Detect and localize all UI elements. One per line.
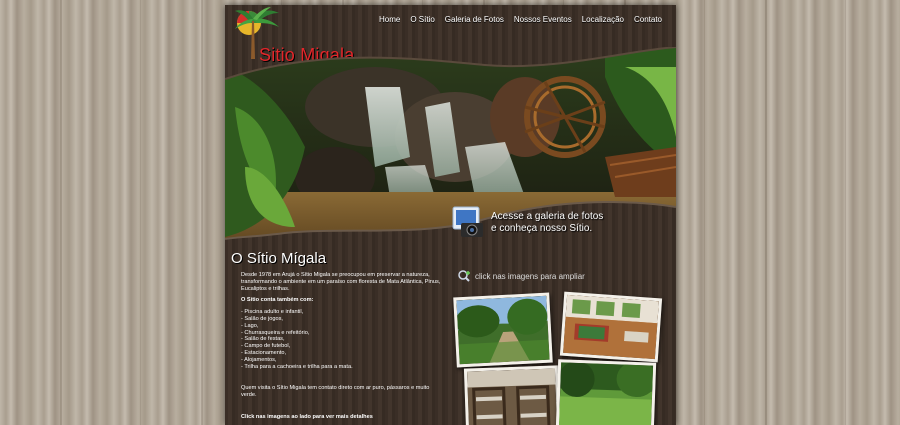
camera-icon <box>452 206 483 237</box>
zoom-hint: click nas imagens para ampliar <box>458 270 585 282</box>
amenities-list: - Piscina adulto e infantil, - Salão de … <box>241 309 446 370</box>
list-item: - Alojamentos, <box>241 356 277 363</box>
intro-paragraph: Desde 1978 em Arujá o Sítio Migala se pr… <box>241 272 441 292</box>
gallery-cta-line2: e conheça nosso Sítio. <box>491 223 593 234</box>
list-item: - Salão de festas, <box>241 336 285 343</box>
thumbnail-dormitory[interactable] <box>463 365 561 425</box>
page-title: O Sítio Mígala <box>231 250 327 267</box>
gallery-link[interactable]: Acesse a galeria de fotos e conheça noss… <box>451 203 631 243</box>
list-item: - Estacionamento, <box>241 349 287 356</box>
list-item: - Campo de futebol, <box>241 343 291 350</box>
nav-galeria-de-fotos[interactable]: Galeria de Fotos <box>440 15 509 24</box>
lawn-trees-photo <box>558 362 654 425</box>
nav-home[interactable]: Home <box>374 15 405 24</box>
nav-localizacao[interactable]: Localização <box>577 15 629 24</box>
zoom-hint-label: click nas imagens para ampliar <box>475 271 585 281</box>
thumbnail-forest-road[interactable] <box>453 292 553 368</box>
list-item: - Churrasqueira e refeitório, <box>241 329 310 336</box>
thumbnail-lawn[interactable] <box>555 359 657 425</box>
nav-contato[interactable]: Contato <box>629 15 667 24</box>
list-item: - Trilha para a cachoeira e trilha para … <box>241 363 353 370</box>
zoom-plus-icon <box>458 270 470 282</box>
dormitory-bunk-beds-photo <box>467 368 557 425</box>
nav-o-sitio[interactable]: O Sítio <box>405 15 439 24</box>
about-content: Desde 1978 em Arujá o Sítio Migala se pr… <box>241 272 446 421</box>
thumbnails-cta: Click nas imagens ao lado para ver mais … <box>241 413 373 420</box>
game-room-photo <box>563 294 659 360</box>
page-panel: Sitio Migala Home O Sítio Galeria de Fot… <box>225 5 676 425</box>
list-item: - Piscina adulto e infantil, <box>241 309 304 316</box>
main-nav: Home O Sítio Galeria de Fotos Nossos Eve… <box>374 15 667 24</box>
visitor-note: Quem visita o Sítio Migala tem contato d… <box>241 385 430 399</box>
nav-nossos-eventos[interactable]: Nossos Eventos <box>509 15 577 24</box>
amenities-heading: O Sítio conta também com: <box>241 297 314 304</box>
thumbnail-game-room[interactable] <box>559 291 663 363</box>
list-item: - Lago, <box>241 322 259 329</box>
list-item: - Salão de jogos, <box>241 315 283 322</box>
gallery-cta-line1: Acesse a galeria de fotos <box>491 211 604 222</box>
forest-road-photo <box>456 295 550 365</box>
